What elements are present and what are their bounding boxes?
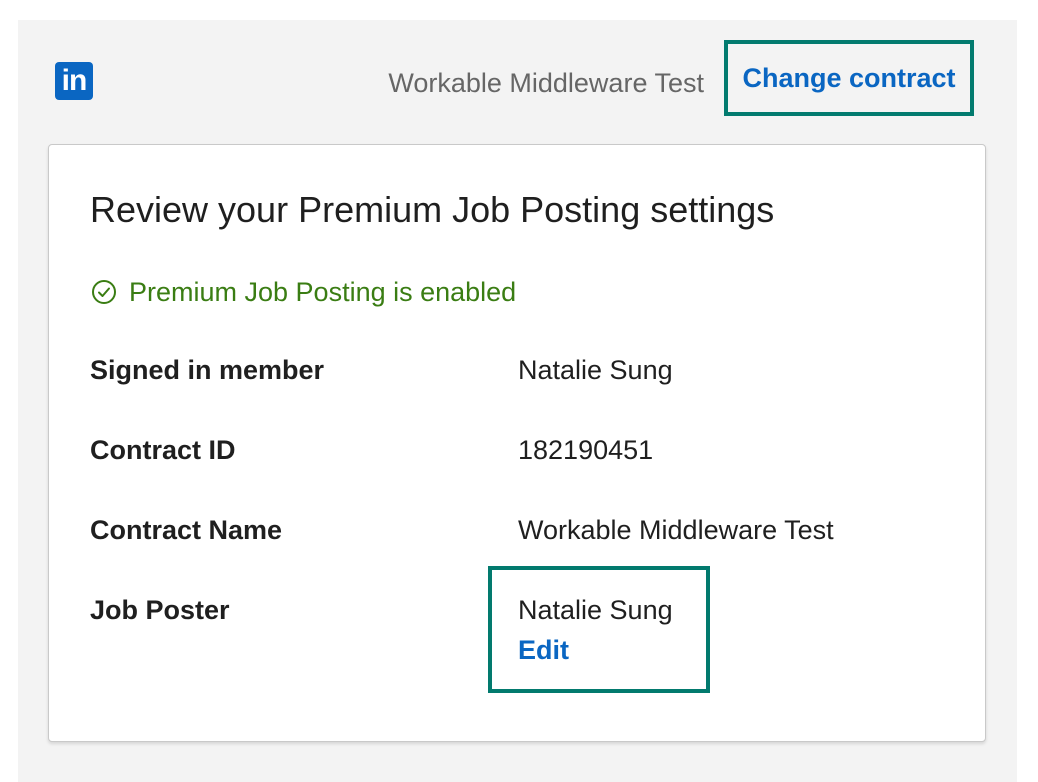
status-text: Premium Job Posting is enabled [129,276,517,307]
contract-name-label: Contract Name [90,515,283,545]
contract-id-label: Contract ID [90,435,236,465]
signed-in-member-value: Natalie Sung [518,355,673,385]
current-contract-name: Workable Middleware Test [388,68,704,98]
linkedin-logo: in [55,62,93,100]
job-poster-label: Job Poster [90,595,230,625]
contract-name-value: Workable Middleware Test [518,515,834,545]
card-title: Review your Premium Job Posting settings [90,189,775,230]
change-contract-button[interactable]: Change contract [724,40,974,116]
settings-card: Review your Premium Job Posting settings… [48,144,986,742]
job-poster-highlight [488,566,710,693]
edit-job-poster-link[interactable]: Edit [518,635,569,666]
contract-id-value: 182190451 [518,435,654,465]
check-circle-icon [92,280,116,304]
signed-in-member-label: Signed in member [90,355,325,385]
page-background: in Workable Middleware Test Change contr… [18,20,1017,782]
status-message: Premium Job Posting is enabled [91,277,516,307]
